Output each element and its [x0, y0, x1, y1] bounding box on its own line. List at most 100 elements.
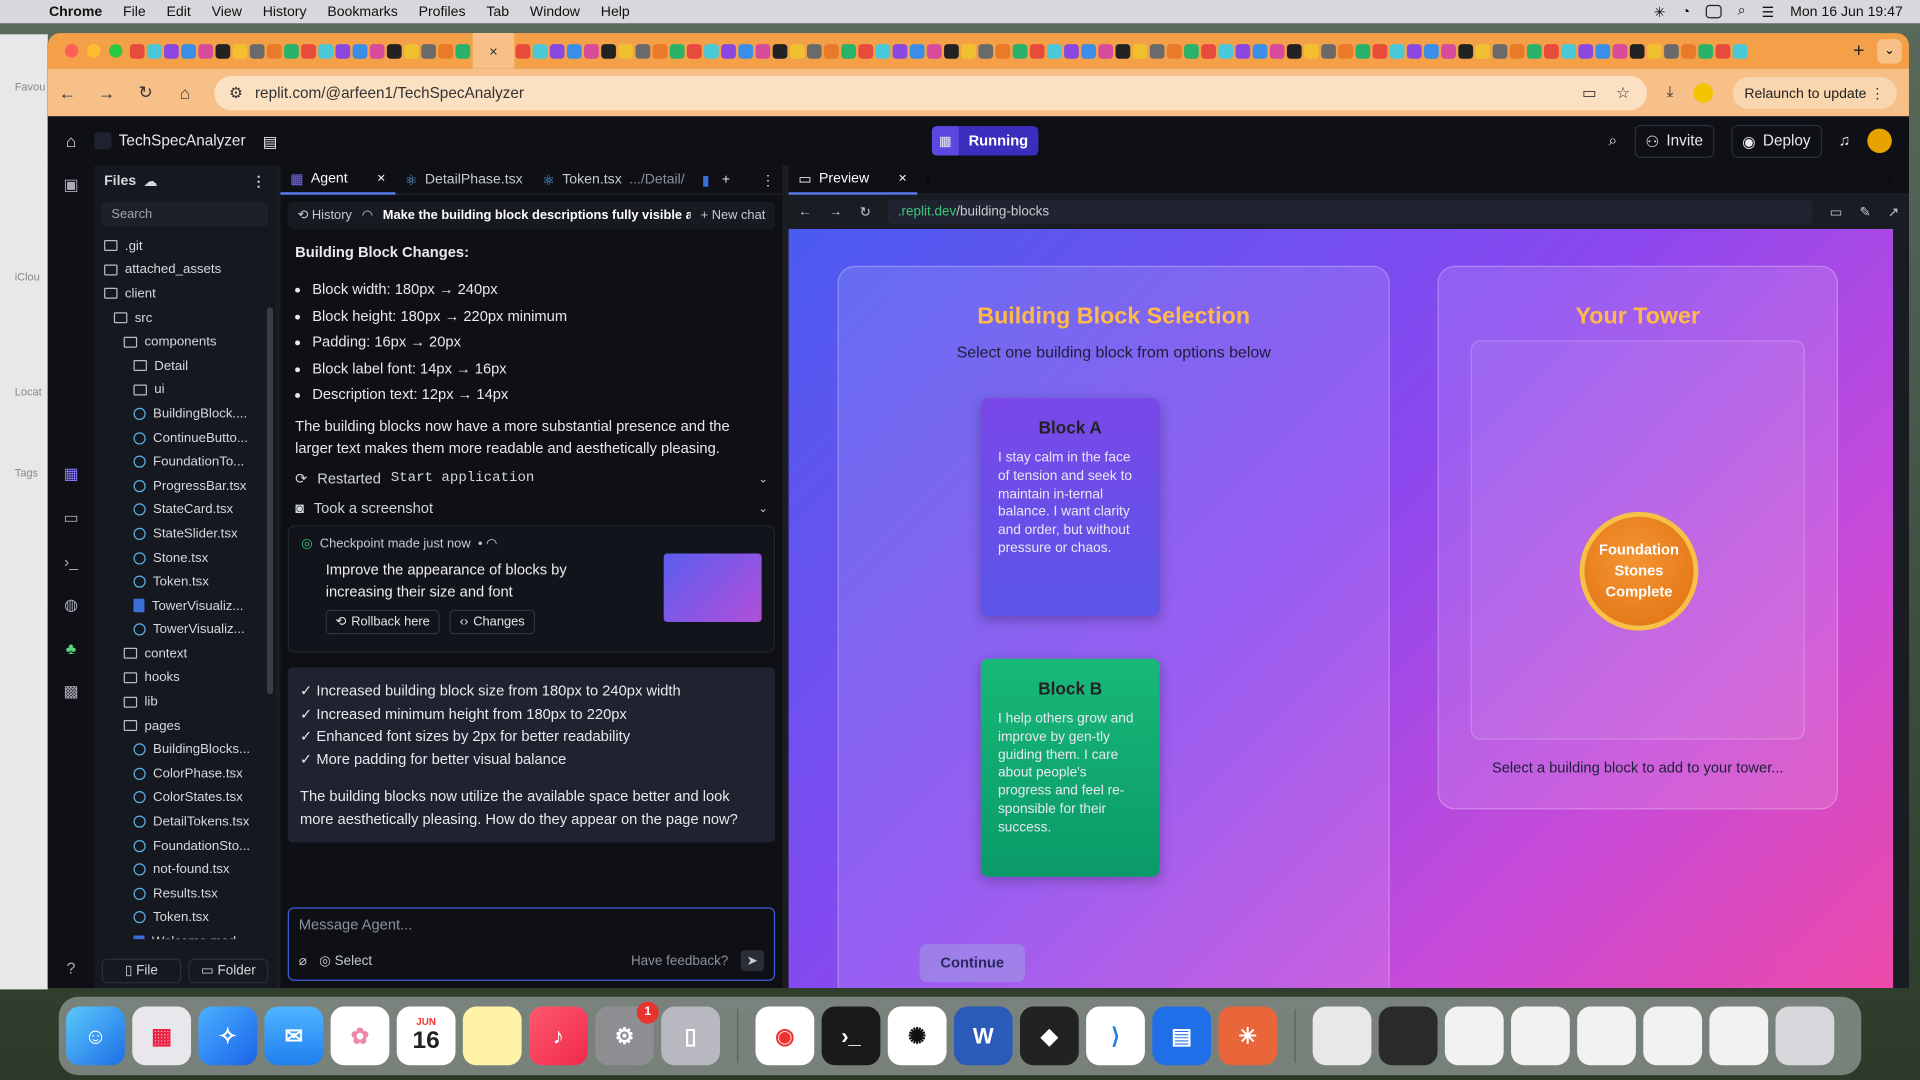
pinned-tab-favicon[interactable] [1269, 43, 1285, 59]
chevron-down-icon[interactable]: ⌄ [759, 497, 768, 519]
pinned-tab-favicon[interactable] [618, 43, 634, 59]
finder-icon[interactable]: ☺ [66, 1006, 125, 1066]
pinned-tab-favicon[interactable] [978, 43, 994, 59]
message-agent-input[interactable]: Message Agent... ⌀ ◎ Select Have feedbac… [287, 907, 776, 981]
pinned-tab-favicon[interactable] [944, 43, 959, 59]
pinned-tab-favicon[interactable] [1458, 43, 1474, 59]
tree-folder[interactable]: context [94, 642, 275, 666]
pinned-tab-favicon[interactable] [1664, 43, 1679, 59]
cube-app-icon[interactable]: ◆ [1020, 1006, 1079, 1066]
pinned-tab-favicon[interactable] [1475, 43, 1491, 59]
profile-avatar[interactable] [1692, 82, 1713, 103]
site-info-icon[interactable]: ⚙ [229, 83, 243, 101]
word-icon[interactable]: W [953, 1006, 1013, 1066]
app-icon[interactable]: ▤ [1152, 1006, 1212, 1066]
agent-icon[interactable]: ▦ [63, 464, 78, 484]
pinned-tab-favicon[interactable] [1321, 43, 1336, 59]
tree-file[interactable]: ColorStates.tsx [94, 786, 275, 810]
files-scrollbar[interactable] [266, 307, 274, 695]
safari-icon[interactable]: ✧ [198, 1006, 258, 1066]
zoom-window-button[interactable] [108, 44, 123, 58]
pinned-tab-favicon[interactable] [755, 43, 771, 59]
tree-file[interactable]: StateCard.tsx [94, 498, 275, 522]
preview-reload-icon[interactable]: ↻ [860, 204, 871, 220]
pinned-tab-favicon[interactable] [532, 43, 548, 59]
devtools-icon[interactable]: ✎ [1859, 204, 1870, 220]
pinned-tab-favicon[interactable] [1046, 43, 1062, 59]
rollback-button[interactable]: ⟲ Rollback here [325, 609, 440, 635]
tree-folder[interactable]: ui [94, 378, 275, 402]
search-icon[interactable]: ⌕ [1609, 132, 1618, 150]
archive-file-icon[interactable] [1312, 1006, 1372, 1066]
tree-folder[interactable]: .git [94, 234, 275, 258]
pinned-tab-favicon[interactable] [181, 43, 196, 59]
tree-file[interactable]: TowerVisualiz... [94, 594, 275, 618]
tree-file[interactable]: Stone.tsx [94, 546, 275, 570]
minimize-window-button[interactable] [86, 44, 101, 58]
clock[interactable]: Mon 16 Jun 19:47 [1790, 4, 1903, 19]
pinned-tab-favicon[interactable] [1184, 43, 1199, 59]
pinned-tab-favicon[interactable] [369, 43, 385, 59]
block-b-card[interactable]: Block B I help others grow and improve b… [980, 658, 1160, 877]
pinned-tab-favicon[interactable] [335, 43, 351, 59]
files-search-input[interactable]: Search [101, 202, 269, 227]
pinned-tab-favicon[interactable] [1509, 43, 1525, 59]
pinned-tab-favicon[interactable] [1561, 43, 1576, 59]
window-thumbnail[interactable] [1577, 1006, 1636, 1066]
pinned-tab-favicon[interactable] [1646, 43, 1662, 59]
menu-view[interactable]: View [212, 4, 242, 19]
pinned-tab-favicon[interactable] [1424, 43, 1439, 59]
select-button[interactable]: ◎ Select [319, 953, 372, 969]
tree-file[interactable]: Token.tsx [94, 906, 275, 930]
menu-tab[interactable]: Tab [486, 4, 509, 19]
pinned-tab-favicon[interactable] [1698, 43, 1714, 59]
pinned-tab-favicon[interactable] [1286, 43, 1302, 59]
pinned-tab-favicon[interactable] [438, 43, 454, 59]
file-tree-icon[interactable]: ▣ [63, 175, 78, 195]
block-a-card[interactable]: Block A I stay calm in the face of tensi… [980, 397, 1160, 616]
window-thumbnail[interactable] [1709, 1006, 1769, 1066]
tab-detailphase[interactable]: ⚛ DetailPhase.tsx [395, 165, 532, 194]
chatgpt-icon[interactable]: ✺ [887, 1006, 947, 1066]
pinned-tab-favicon[interactable] [1064, 43, 1079, 59]
menu-app[interactable]: Chrome [49, 4, 102, 19]
pinned-tab-favicon[interactable] [1355, 43, 1371, 59]
bookmark-star-icon[interactable]: ☆ [1616, 83, 1630, 101]
tree-folder[interactable]: components [94, 330, 275, 354]
wifi-icon[interactable]: ◔ [1681, 4, 1690, 19]
tree-file[interactable]: ColorPhase.tsx [94, 762, 275, 786]
window-thumbnail[interactable] [1511, 1006, 1570, 1066]
tab-token[interactable]: ⚛ Token.tsx .../Detail/ [533, 165, 695, 194]
tree-file[interactable]: not-found.tsx [94, 858, 275, 882]
checkpoint-screenshot-thumbnail[interactable] [663, 553, 762, 623]
database-icon[interactable]: ◍ [64, 595, 78, 615]
menu-help[interactable]: Help [601, 4, 630, 19]
pinned-tab-favicon[interactable] [1441, 43, 1456, 59]
pinned-tab-favicon[interactable] [301, 43, 316, 59]
tree-folder[interactable]: Detail [94, 354, 275, 378]
pinned-tab-favicon[interactable] [652, 43, 668, 59]
notes-icon[interactable] [462, 1006, 522, 1066]
run-status-button[interactable]: ▦ Running [931, 126, 1038, 156]
tree-file[interactable]: Results.tsx [94, 882, 275, 906]
pinned-tab-favicon[interactable] [806, 43, 822, 59]
menu-profiles[interactable]: Profiles [419, 4, 466, 19]
chevron-down-icon[interactable]: ⌄ [759, 468, 768, 490]
cast-icon[interactable]: ▭ [1582, 83, 1596, 101]
pinned-tab-favicon[interactable] [1526, 43, 1542, 59]
address-url[interactable]: replit.com/@arfeen1/TechSpecAnalyzer [255, 84, 524, 101]
pinned-tab-favicon[interactable] [584, 43, 599, 59]
pinned-tabs[interactable]: × [129, 33, 1841, 69]
calendar-icon[interactable]: JUN 16 [396, 1006, 456, 1066]
mail-icon[interactable]: ✉ [264, 1006, 324, 1066]
tree-folder[interactable]: pages [94, 714, 275, 738]
menu-window[interactable]: Window [530, 4, 580, 19]
chat-title[interactable]: Make the building block descriptions ful… [383, 208, 691, 223]
iphone-mirroring-icon[interactable]: ▯ [661, 1006, 721, 1066]
reload-icon[interactable]: ↻ [136, 82, 156, 103]
apple-icon[interactable] [20, 3, 40, 20]
control-center-icon[interactable]: ☰ [1762, 3, 1775, 21]
pinned-tab-favicon[interactable] [601, 43, 616, 59]
chrome-icon[interactable]: ◉ [755, 1006, 815, 1066]
pinned-tab-favicon[interactable] [515, 43, 531, 59]
